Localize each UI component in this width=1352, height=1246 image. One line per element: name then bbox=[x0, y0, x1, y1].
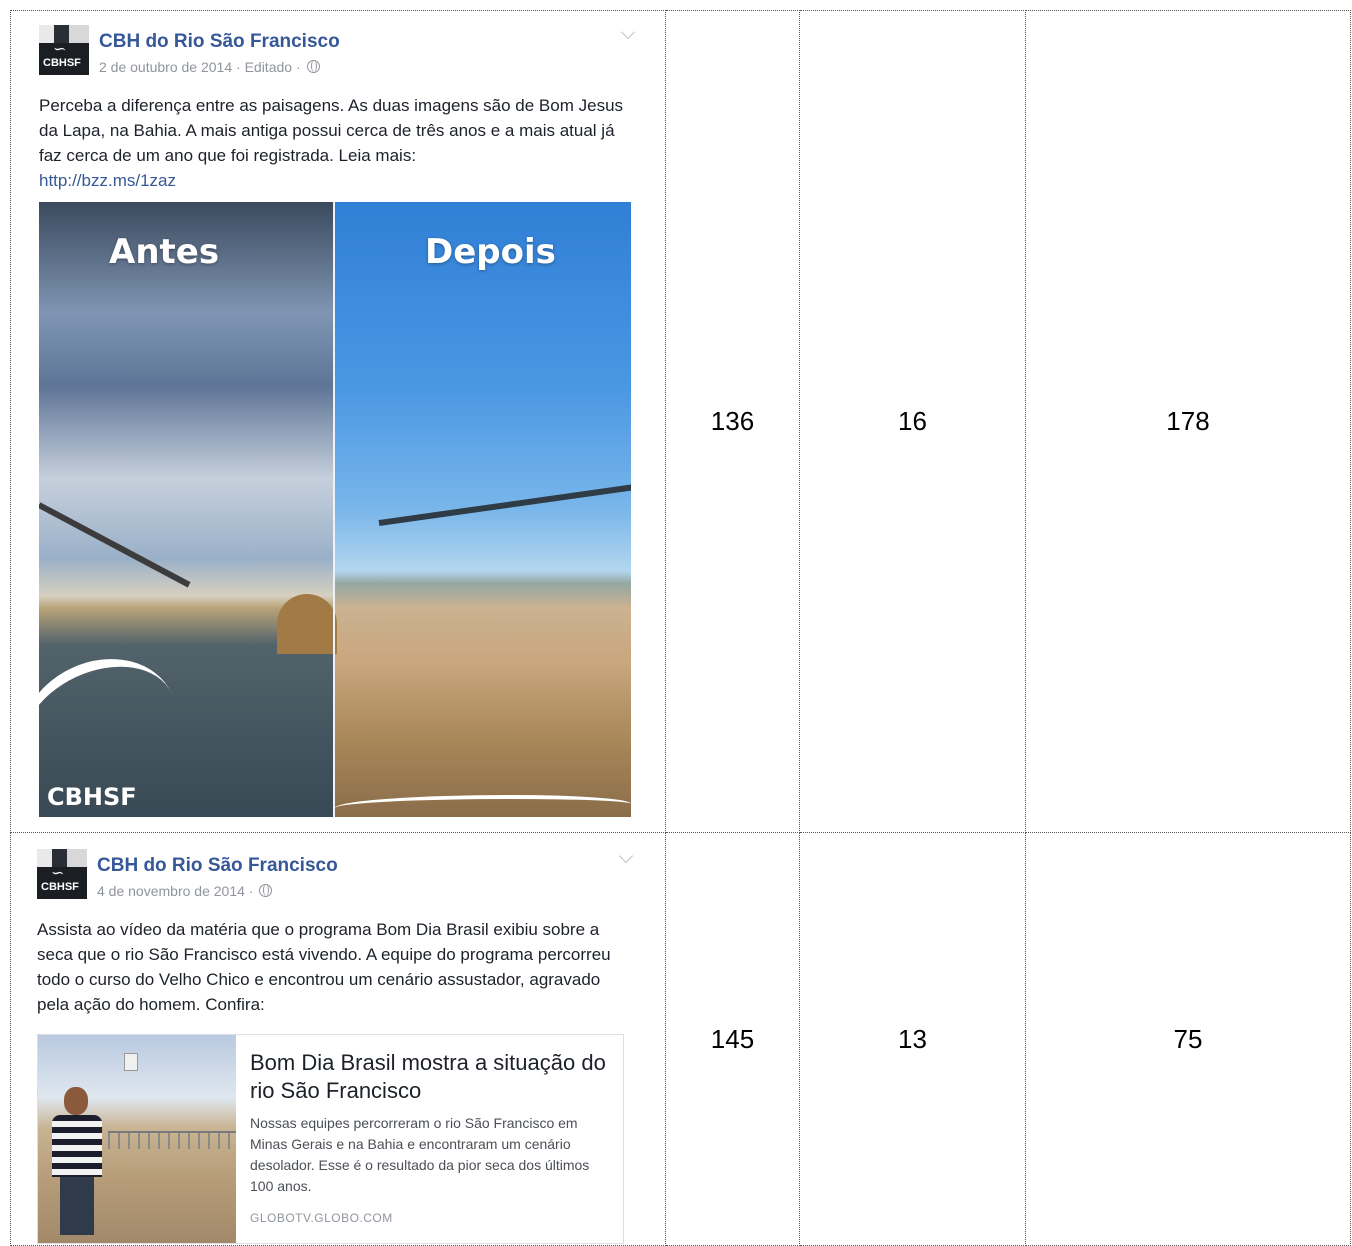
fence-shape bbox=[108, 1131, 236, 1149]
comparison-photo[interactable]: Antes Depois CBHSF bbox=[39, 202, 631, 817]
post-header: ∽ CBHSF CBH do Rio São Francisco 2 de ou… bbox=[39, 24, 639, 81]
post-cell: ∽ CBHSF CBH do Rio São Francisco 4 de no… bbox=[10, 832, 666, 1246]
metric-cell: 145 bbox=[665, 832, 800, 1246]
person-shirt bbox=[52, 1115, 102, 1177]
posts-table: ∽ CBHSF CBH do Rio São Francisco 2 de ou… bbox=[10, 10, 1351, 1246]
facebook-post: ∽ CBHSF CBH do Rio São Francisco 2 de ou… bbox=[11, 11, 639, 817]
metric-cell: 75 bbox=[1025, 832, 1351, 1246]
post-meta: 4 de novembro de 2014 · bbox=[97, 883, 273, 899]
post-cell: ∽ CBHSF CBH do Rio São Francisco 2 de ou… bbox=[10, 10, 666, 833]
after-label: Depois bbox=[425, 232, 556, 272]
rock-hill-shape bbox=[277, 594, 337, 654]
avatar-label: CBHSF bbox=[41, 881, 79, 893]
avatar[interactable]: ∽ CBHSF bbox=[37, 849, 87, 899]
avatar[interactable]: ∽ CBHSF bbox=[39, 25, 89, 75]
watermark-logo: CBHSF bbox=[47, 783, 137, 811]
chevron-down-icon[interactable] bbox=[618, 848, 634, 864]
post-date[interactable]: 2 de outubro de 2014 bbox=[99, 59, 232, 75]
card-thumbnail bbox=[38, 1035, 236, 1243]
metric-cell: 178 bbox=[1025, 10, 1351, 833]
fish-logo-icon: ∽ bbox=[51, 863, 65, 882]
avatar-label: CBHSF bbox=[43, 57, 81, 69]
metric-cell: 13 bbox=[799, 832, 1026, 1246]
person-head bbox=[64, 1087, 88, 1115]
chevron-down-icon[interactable] bbox=[620, 24, 636, 40]
post-link[interactable]: http://bzz.ms/1zaz bbox=[39, 168, 639, 193]
post-date[interactable]: 4 de novembro de 2014 bbox=[97, 883, 245, 899]
metric-cell: 16 bbox=[799, 10, 1026, 833]
person-legs bbox=[60, 1177, 94, 1235]
photo-divider bbox=[333, 202, 335, 817]
table-row: ∽ CBHSF CBH do Rio São Francisco 2 de ou… bbox=[10, 10, 1351, 833]
post-text: Perceba a diferença entre as paisagens. … bbox=[39, 96, 624, 165]
card-description: Nossas equipes percorreram o rio São Fra… bbox=[250, 1115, 590, 1194]
page-name-link[interactable]: CBH do Rio São Francisco bbox=[97, 855, 338, 877]
meta-separator: · bbox=[248, 883, 254, 899]
fish-logo-icon: ∽ bbox=[53, 39, 67, 58]
before-label: Antes bbox=[109, 232, 220, 272]
post-text: Assista ao vídeo da matéria que o progra… bbox=[37, 920, 611, 1014]
person-figure bbox=[50, 1087, 104, 1237]
link-preview-card[interactable]: Bom Dia Brasil mostra a situação do rio … bbox=[37, 1034, 624, 1244]
edited-label[interactable]: · Editado · bbox=[236, 59, 301, 75]
card-title[interactable]: Bom Dia Brasil mostra a situação do rio … bbox=[250, 1049, 610, 1105]
globe-icon bbox=[259, 884, 273, 897]
table-row: ∽ CBHSF CBH do Rio São Francisco 4 de no… bbox=[10, 832, 1351, 1246]
page-name-link[interactable]: CBH do Rio São Francisco bbox=[99, 31, 340, 53]
globe-icon bbox=[306, 60, 320, 73]
sign-shape bbox=[124, 1053, 138, 1071]
metric-cell: 136 bbox=[665, 10, 800, 833]
card-source: GLOBOTV.GLOBO.COM bbox=[250, 1211, 393, 1225]
post-meta: 2 de outubro de 2014 · Editado · bbox=[99, 59, 320, 75]
post-header: ∽ CBHSF CBH do Rio São Francisco 4 de no… bbox=[37, 848, 637, 905]
facebook-post: ∽ CBHSF CBH do Rio São Francisco 4 de no… bbox=[11, 833, 637, 1244]
